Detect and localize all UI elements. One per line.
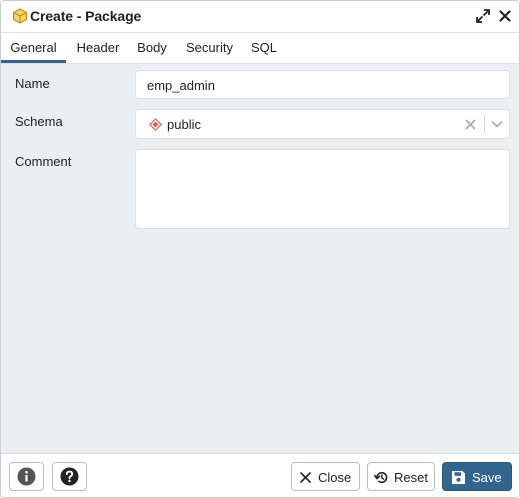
- expand-icon[interactable]: [475, 8, 491, 24]
- schema-label: Schema: [15, 114, 63, 129]
- info-button[interactable]: [9, 462, 44, 491]
- x-icon: [300, 472, 311, 483]
- help-icon: [60, 467, 79, 486]
- create-package-dialog: Create - Package General Header Body Sec…: [0, 0, 520, 498]
- select-divider: [484, 116, 485, 133]
- close-icon[interactable]: [497, 8, 513, 24]
- schema-icon: [149, 118, 162, 131]
- clear-icon[interactable]: [465, 119, 476, 130]
- save-button[interactable]: Save: [442, 462, 512, 491]
- tab-general[interactable]: General: [1, 33, 66, 63]
- close-button[interactable]: Close: [291, 462, 360, 491]
- tab-security[interactable]: Security: [178, 33, 241, 63]
- close-button-label: Close: [318, 470, 352, 485]
- name-label: Name: [15, 76, 50, 91]
- reset-button[interactable]: Reset: [367, 462, 435, 491]
- tab-bar: General Header Body Security SQL: [1, 33, 519, 64]
- help-button[interactable]: [52, 462, 87, 491]
- reset-button-label: Reset: [394, 470, 428, 485]
- tab-sql[interactable]: SQL: [245, 33, 283, 63]
- package-icon: [13, 8, 27, 24]
- tab-body[interactable]: Body: [130, 33, 174, 63]
- reset-icon: [374, 471, 388, 484]
- dialog-titlebar[interactable]: Create - Package: [1, 1, 519, 33]
- dialog-title: Create - Package: [30, 8, 142, 24]
- comment-label: Comment: [15, 154, 72, 169]
- save-icon: [452, 471, 465, 484]
- chevron-down-icon[interactable]: [491, 119, 503, 130]
- tab-header[interactable]: Header: [69, 33, 127, 63]
- dialog-footer: Close Reset Save: [1, 453, 519, 497]
- schema-value: public: [167, 117, 201, 132]
- comment-textarea[interactable]: [135, 149, 510, 229]
- name-value: emp_admin: [147, 78, 215, 93]
- save-button-label: Save: [472, 470, 502, 485]
- schema-select[interactable]: public: [135, 109, 510, 139]
- info-icon: [17, 467, 36, 486]
- name-input[interactable]: emp_admin: [135, 70, 510, 99]
